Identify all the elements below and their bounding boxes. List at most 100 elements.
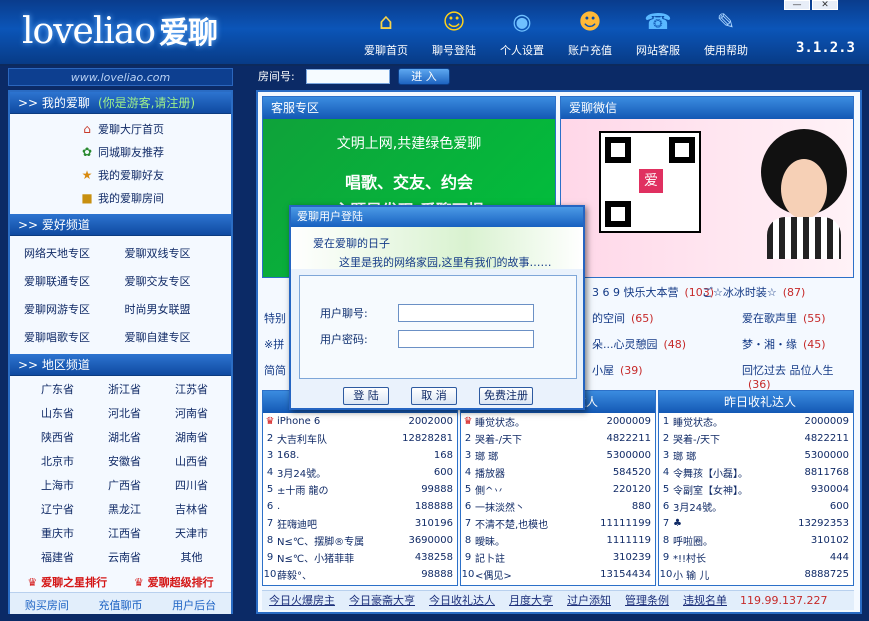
region-item[interactable]: 江苏省 xyxy=(158,378,225,402)
footer-link[interactable]: 管理条例 xyxy=(618,591,676,610)
region-item[interactable]: 天津市 xyxy=(158,522,225,546)
enter-room-button[interactable]: 进 入 xyxy=(398,68,450,85)
table-row[interactable]: 9 記卜註 310239 xyxy=(461,549,655,566)
region-item[interactable]: 黑龙江 xyxy=(91,498,158,522)
hobby-channel-item[interactable]: 爱聊交友专区 xyxy=(125,268,226,296)
room-number-input[interactable] xyxy=(306,69,390,84)
register-button[interactable]: 免费注册 xyxy=(479,387,533,405)
room-entry[interactable]: 爱在歌声里 (55) xyxy=(742,310,826,328)
home-link-item[interactable]: ⌂ 爱聊大厅首页 xyxy=(80,118,231,141)
room-entry[interactable]: ご☆冰冰时装☆ (87) xyxy=(702,284,805,302)
table-row[interactable]: 2 哭着-/天下 4822211 xyxy=(461,430,655,447)
room-entry[interactable]: 3 6 9 快乐大本营 (103) xyxy=(592,284,714,302)
hobby-channel-item[interactable]: 爱聊自建专区 xyxy=(125,324,226,352)
region-item[interactable]: 湖北省 xyxy=(91,426,158,450)
region-item[interactable]: 山西省 xyxy=(158,450,225,474)
nav-item-2[interactable]: ◉ 个人设置 xyxy=(488,8,556,60)
nav-item-0[interactable]: ⌂ 爱聊首页 xyxy=(352,8,420,60)
table-row[interactable]: 4 令舞孩【小磊】。 8811768 xyxy=(659,464,853,481)
table-row[interactable]: 1 睡觉状态。 2000009 xyxy=(659,413,853,430)
hobby-channel-item[interactable]: 网络天地专区 xyxy=(24,240,125,268)
region-item[interactable]: 河南省 xyxy=(158,402,225,426)
region-item[interactable]: 山东省 xyxy=(24,402,91,426)
table-row[interactable]: 4 播放器 584520 xyxy=(461,464,655,481)
region-item[interactable]: 吉林省 xyxy=(158,498,225,522)
table-row[interactable]: 3瑯 瑯 5300000 xyxy=(461,447,655,464)
table-row[interactable]: 3瑯 瑯 5300000 xyxy=(659,447,853,464)
home-link-item[interactable]: ★ 我的爱聊好友 xyxy=(80,164,231,187)
password-input[interactable] xyxy=(398,330,534,348)
region-item[interactable]: 湖南省 xyxy=(158,426,225,450)
table-row[interactable]: 7 狂嗨迪吧 310196 xyxy=(263,515,457,532)
table-row[interactable]: 9 *!!村长 444 xyxy=(659,549,853,566)
rank-star-link[interactable]: ♛ 爱聊之星排行 xyxy=(27,574,107,592)
region-item[interactable]: 广东省 xyxy=(24,378,91,402)
room-entry-left[interactable]: 简简 xyxy=(264,362,286,380)
table-row[interactable]: ♛ 睡觉状态。 2000009 xyxy=(461,413,655,430)
nav-item-1[interactable]: ☺ 聊号登陆 xyxy=(420,8,488,60)
region-item[interactable]: 云南省 xyxy=(91,546,158,570)
sidebar-bottom-link[interactable]: 购买房间 xyxy=(25,597,69,614)
table-row[interactable]: 4 3月24號。 600 xyxy=(263,464,457,481)
table-row[interactable]: 6 3月24號。 600 xyxy=(659,498,853,515)
footer-link[interactable]: 月度大亨 xyxy=(502,591,560,610)
table-row[interactable]: ♛ iPhone 6 2002000 xyxy=(263,413,457,430)
region-item[interactable]: 福建省 xyxy=(24,546,91,570)
table-row[interactable]: 8 呼啦圈。 310102 xyxy=(659,532,853,549)
table-row[interactable]: 5 ±十雨 龍の 99888 xyxy=(263,481,457,498)
region-item[interactable]: 北京市 xyxy=(24,450,91,474)
hobby-channel-item[interactable]: 爱聊唱歌专区 xyxy=(24,324,125,352)
room-entry[interactable]: 回忆过去 品位人生(36) xyxy=(742,362,854,391)
nav-item-4[interactable]: ☎ 网站客服 xyxy=(624,8,692,60)
table-row[interactable]: 6 一抹淡然丶 880 xyxy=(461,498,655,515)
room-entry[interactable]: 的空间 (65) xyxy=(592,310,654,328)
close-button[interactable]: ✕ xyxy=(812,0,838,10)
room-entry[interactable]: 朵...心灵憩园 (48) xyxy=(592,336,686,354)
cancel-button[interactable]: 取 消 xyxy=(411,387,457,405)
region-item[interactable]: 浙江省 xyxy=(91,378,158,402)
footer-link[interactable]: 今日火爆房主 xyxy=(262,591,342,610)
table-row[interactable]: 7 不清不楚,也模也 11111199 xyxy=(461,515,655,532)
minimize-button[interactable]: — xyxy=(784,0,810,10)
region-item[interactable]: 四川省 xyxy=(158,474,225,498)
region-item[interactable]: 安徽省 xyxy=(91,450,158,474)
region-item[interactable]: 河北省 xyxy=(91,402,158,426)
hobby-channel-item[interactable]: 爱聊联通专区 xyxy=(24,268,125,296)
room-entry[interactable]: 梦・湘・缘 (45) xyxy=(742,336,826,354)
rank-super-link[interactable]: ♛ 爱聊超级排行 xyxy=(134,574,214,592)
room-entry[interactable]: 小屋 (39) xyxy=(592,362,643,380)
table-row[interactable]: 8 曖昧。 1111119 xyxy=(461,532,655,549)
table-row[interactable]: 2 大吉利车队 12828281 xyxy=(263,430,457,447)
room-entry-left[interactable]: 特别 xyxy=(264,310,286,328)
table-row[interactable]: 3 168. 168 xyxy=(263,447,457,464)
table-row[interactable]: 6. 188888 xyxy=(263,498,457,515)
table-row[interactable]: 10 <偶见> 13154434 xyxy=(461,566,655,583)
region-item[interactable]: 江西省 xyxy=(91,522,158,546)
hobby-channel-item[interactable]: 爱聊网游专区 xyxy=(24,296,125,324)
footer-link[interactable]: 今日收礼达人 xyxy=(422,591,502,610)
table-row[interactable]: 9 N≤℃、小猪菲菲 438258 xyxy=(263,549,457,566)
room-entry-left[interactable]: ※拼 xyxy=(264,336,284,354)
table-row[interactable]: 5 令副室【女神】。 930004 xyxy=(659,481,853,498)
table-row[interactable]: 10 薛毅°、 98888 xyxy=(263,566,457,583)
region-item[interactable]: 广西省 xyxy=(91,474,158,498)
footer-link[interactable]: 今日豪斋大亨 xyxy=(342,591,422,610)
table-row[interactable]: 5 側^丷 220120 xyxy=(461,481,655,498)
region-item[interactable]: 上海市 xyxy=(24,474,91,498)
table-row[interactable]: 8 N≤℃、摆脚®专属 3690000 xyxy=(263,532,457,549)
nav-item-5[interactable]: ✎ 使用帮助 xyxy=(692,8,760,60)
table-row[interactable]: 7 ♣ 13292353 xyxy=(659,515,853,532)
sidebar-bottom-link[interactable]: 用户后台 xyxy=(172,597,216,614)
footer-link[interactable]: 违规名单 xyxy=(676,591,734,610)
hobby-channel-item[interactable]: 爱聊双线专区 xyxy=(125,240,226,268)
hobby-channel-item[interactable]: 时尚男女联盟 xyxy=(125,296,226,324)
region-item[interactable]: 辽宁省 xyxy=(24,498,91,522)
table-row[interactable]: 10 小 输 儿 8888725 xyxy=(659,566,853,583)
region-item[interactable]: 陕西省 xyxy=(24,426,91,450)
table-row[interactable]: 2 哭着-/天下 4822211 xyxy=(659,430,853,447)
home-link-item[interactable]: ✿ 同城聊友推荐 xyxy=(80,141,231,164)
user-id-input[interactable] xyxy=(398,304,534,322)
sidebar-bottom-link[interactable]: 充值聊币 xyxy=(98,597,142,614)
region-item[interactable]: 重庆市 xyxy=(24,522,91,546)
login-button[interactable]: 登 陆 xyxy=(343,387,389,405)
